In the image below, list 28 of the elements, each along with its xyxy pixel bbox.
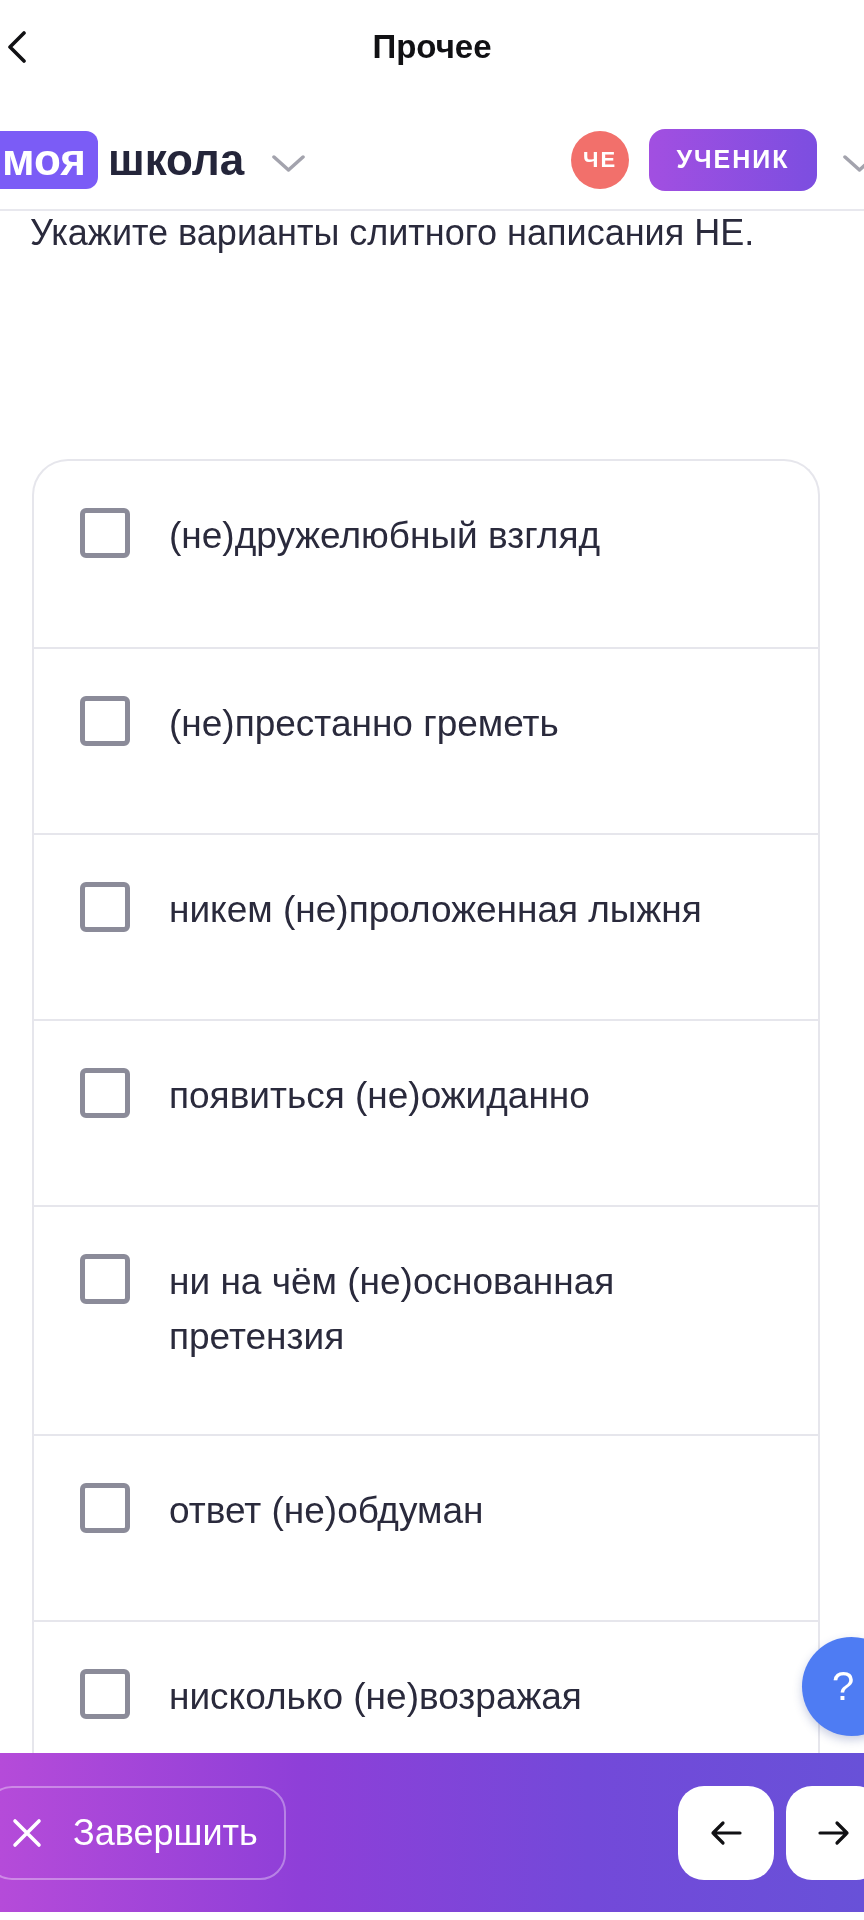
option-text: (не)престанно греметь	[169, 702, 560, 746]
logo-badge: моя	[0, 130, 98, 189]
checkbox[interactable]	[80, 1483, 130, 1533]
logo-text: школа	[107, 133, 245, 186]
user-avatar[interactable]: ЧЕ	[571, 130, 629, 189]
checkbox[interactable]	[80, 1068, 130, 1118]
checkbox[interactable]	[80, 1254, 130, 1304]
option-text: (не)дружелюбный взгляд	[169, 514, 602, 558]
option-text: появиться (не)ожиданно	[169, 1074, 591, 1118]
role-badge: УЧЕНИК	[649, 128, 817, 191]
chevron-down-icon[interactable]	[272, 155, 306, 172]
option-text: ни на чём (не)основанная претензия	[169, 1260, 616, 1359]
checkbox[interactable]	[80, 1669, 130, 1719]
arrow-right-icon	[818, 1819, 850, 1846]
checkbox[interactable]	[80, 882, 130, 932]
finish-button[interactable]: Завершить	[0, 1785, 286, 1880]
option-text: никем (не)проложенная лыжня	[169, 888, 703, 932]
arrow-left-icon	[710, 1819, 742, 1846]
page-title: Прочее	[372, 28, 492, 66]
option-text: ответ (не)обдуман	[169, 1489, 485, 1533]
checkbox[interactable]	[80, 508, 130, 558]
close-icon	[12, 1817, 42, 1848]
option-text: нисколько (не)возражая	[169, 1675, 583, 1719]
back-icon[interactable]	[7, 31, 27, 63]
previous-button[interactable]	[678, 1785, 774, 1880]
next-button[interactable]	[786, 1785, 864, 1880]
checkbox[interactable]	[80, 696, 130, 746]
question-prompt: Укажите варианты слитного написания НЕ.	[29, 211, 756, 255]
